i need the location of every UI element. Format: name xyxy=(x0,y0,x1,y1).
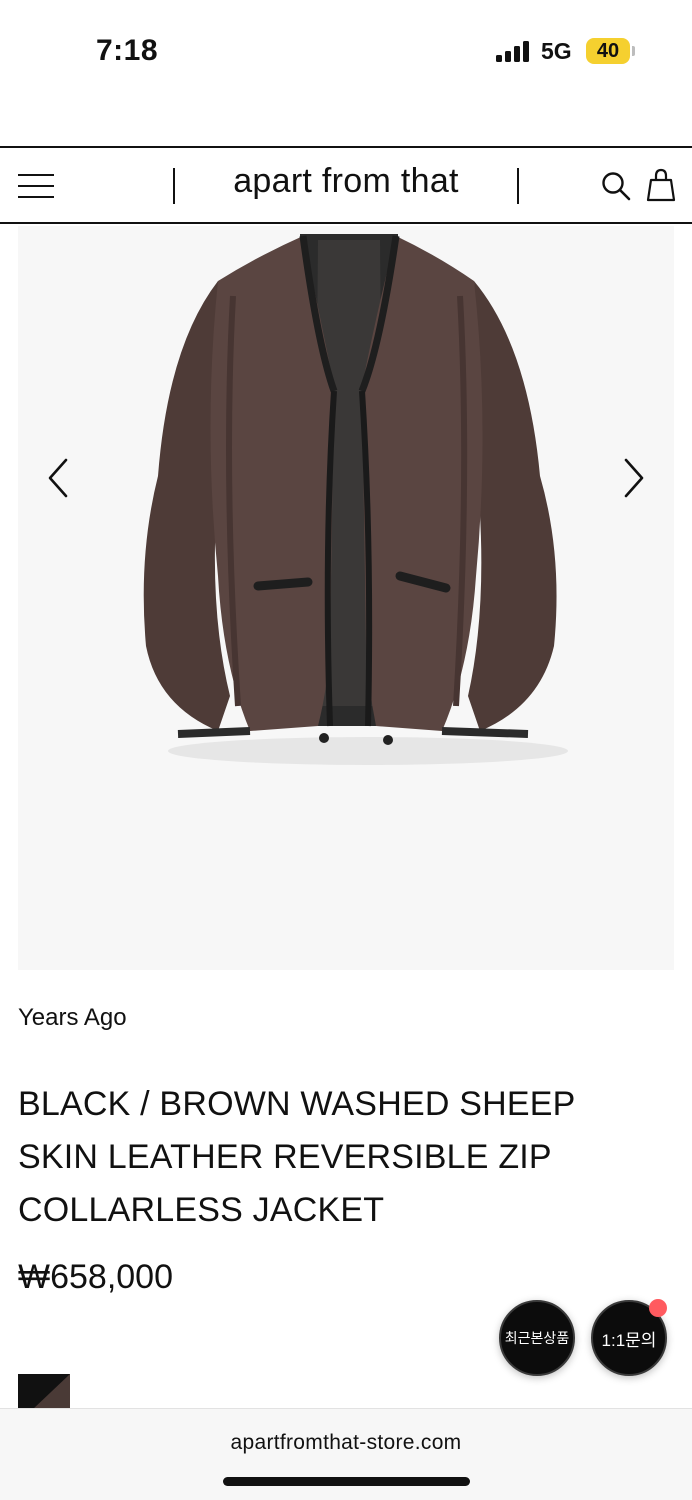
home-indicator[interactable] xyxy=(223,1477,470,1486)
header-divider-right xyxy=(517,168,519,204)
site-header: apart from that xyxy=(0,146,692,224)
color-swatch[interactable] xyxy=(18,1374,70,1410)
product-image xyxy=(143,234,568,765)
signal-icon xyxy=(496,40,532,62)
header-divider-left xyxy=(173,168,175,204)
chevron-right-icon[interactable] xyxy=(618,456,648,500)
menu-icon[interactable] xyxy=(18,174,54,198)
shopping-bag-icon[interactable] xyxy=(645,168,677,202)
network-type: 5G xyxy=(541,38,572,64)
chevron-left-icon[interactable] xyxy=(44,456,74,500)
status-time: 7:18 xyxy=(96,34,159,67)
search-icon[interactable] xyxy=(600,170,632,202)
browser-address-bar[interactable]: apartfromthat-store.com xyxy=(0,1408,692,1500)
battery-icon: 40 xyxy=(586,38,630,64)
product-price: ₩658,000 xyxy=(18,1258,173,1296)
brand-logo[interactable]: apart from that xyxy=(176,162,516,201)
product-title: BLACK / BROWN WASHED SHEEP SKIN LEATHER … xyxy=(18,1085,575,1229)
notification-dot xyxy=(649,1299,667,1317)
battery-cap xyxy=(632,46,635,56)
product-vendor[interactable]: Years Ago xyxy=(18,1004,127,1032)
recently-viewed-button[interactable]: 최근본상품 xyxy=(499,1300,575,1376)
url-text[interactable]: apartfromthat-store.com xyxy=(0,1431,692,1455)
product-image-gallery[interactable] xyxy=(18,226,674,970)
status-bar: 7:18 5G 40 xyxy=(0,0,692,100)
